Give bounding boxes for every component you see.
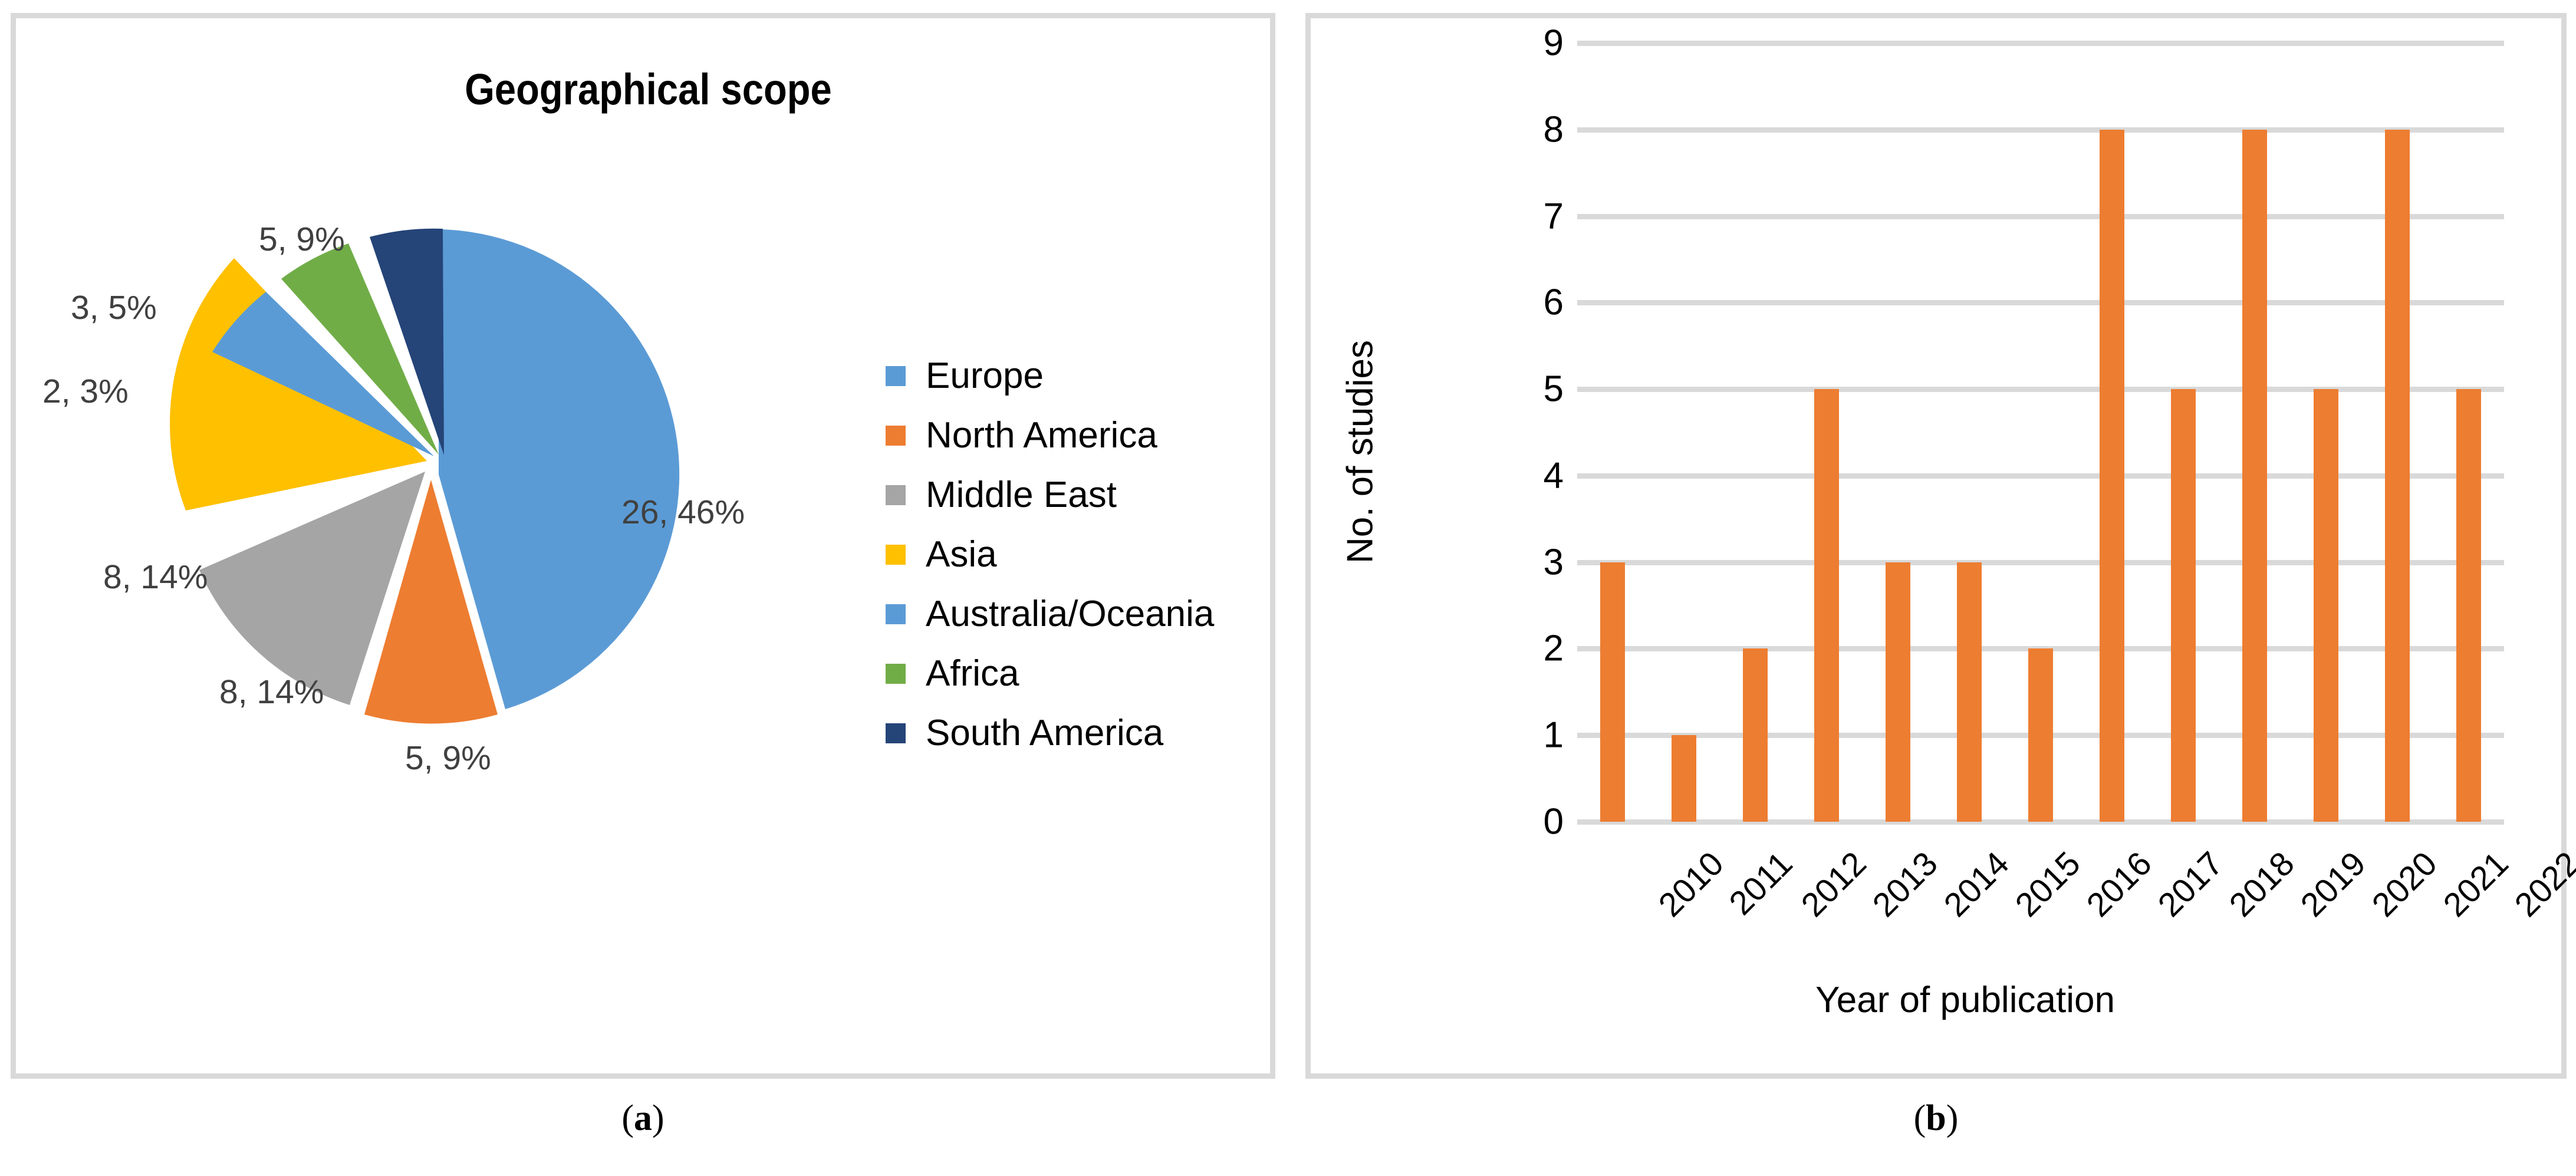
- bar[interactable]: [1886, 562, 1911, 822]
- y-axis-tick-label: 3: [1543, 542, 1564, 583]
- legend-swatch-icon-middle-east: [886, 485, 906, 505]
- x-axis-tick-label: 2010: [1651, 844, 1732, 924]
- legend-label-asia: Asia: [926, 533, 997, 575]
- bar[interactable]: [2313, 389, 2338, 822]
- bar-chart-plot-area: 0 1 2 3 4 5 6 7 8 9 2010 2011 2012 2013 2014 2015 2016 20…: [1544, 23, 2576, 924]
- subfigure-caption-a: (a): [621, 1098, 664, 1138]
- bar[interactable]: [2170, 389, 2196, 822]
- legend-item-asia[interactable]: Asia: [886, 525, 1214, 584]
- legend-swatch-icon-africa: [886, 663, 906, 684]
- x-axis-tick-label: 2022: [2507, 844, 2576, 924]
- legend-item-europe[interactable]: Europe: [886, 346, 1214, 406]
- gridline: [1577, 213, 2504, 219]
- y-axis-tick-label: 4: [1543, 455, 1564, 496]
- legend-label-north-america: North America: [926, 414, 1157, 456]
- y-axis-tick-label: 6: [1543, 282, 1564, 323]
- pie-label-middle-east: 8, 14%: [219, 673, 324, 711]
- bar[interactable]: [2028, 648, 2053, 822]
- bar[interactable]: [2456, 389, 2481, 822]
- pie-slices: [170, 228, 680, 724]
- bar[interactable]: [2099, 129, 2124, 822]
- gridline: [1577, 300, 2504, 306]
- x-axis-tick-label: 2018: [2222, 844, 2302, 924]
- bar[interactable]: [2384, 129, 2410, 822]
- x-axis-tick-label: 2016: [2079, 844, 2159, 924]
- gridline: [1577, 559, 2504, 565]
- pie-label-australia-oceania: 2, 3%: [42, 373, 129, 410]
- legend-item-australia-oceania[interactable]: Australia/Oceania: [886, 584, 1214, 644]
- legend-swatch-icon-europe: [886, 365, 906, 386]
- pie-label-north-america: 5, 9%: [405, 739, 491, 777]
- legend-swatch-icon-north-america: [886, 425, 906, 446]
- bar[interactable]: [1672, 735, 1697, 822]
- legend-label-europe: Europe: [926, 355, 1044, 396]
- gridline: [1577, 387, 2504, 393]
- y-axis-tick-label: 5: [1543, 368, 1564, 410]
- legend-label-australia-oceania: Australia/Oceania: [926, 593, 1215, 634]
- bar[interactable]: [1743, 648, 1768, 822]
- legend-label-south-america: South America: [926, 712, 1164, 753]
- x-axis-tick-label: 2013: [1866, 844, 1945, 924]
- legend-item-middle-east[interactable]: Middle East: [886, 465, 1214, 525]
- x-axis-tick-label: 2014: [1936, 844, 2016, 924]
- x-axis-tick-label: 2019: [2293, 844, 2373, 924]
- subfigure-caption-b-letter: b: [1926, 1098, 1946, 1138]
- bar[interactable]: [2242, 129, 2267, 822]
- x-axis-tick-label: 2020: [2364, 844, 2445, 924]
- x-axis-tick-label: 2012: [1794, 844, 1874, 924]
- y-axis-tick-label: 8: [1543, 109, 1564, 150]
- legend-label-middle-east: Middle East: [926, 474, 1117, 515]
- figure-container: Geographical scope 26, 46% 5, 9% 8, 14% …: [0, 0, 2576, 1176]
- legend-item-north-america[interactable]: North America: [886, 406, 1214, 465]
- subfigure-caption-b: (b): [1913, 1098, 1959, 1138]
- gridline: [1577, 41, 2504, 46]
- pie-label-africa: 3, 5%: [71, 289, 157, 327]
- pie-chart-legend: Europe North America Middle East Asia Au…: [886, 346, 1214, 763]
- legend-swatch-icon-australia-oceania: [886, 604, 906, 624]
- panel-b-bar-chart: No. of studies Year of publication 0 1 2 3 4…: [1305, 13, 2576, 1079]
- bar-chart-y-axis-title: No. of studies: [1340, 340, 1381, 564]
- bar[interactable]: [1600, 562, 1626, 822]
- bar-chart-x-axis-title: Year of publication: [1815, 980, 2115, 1020]
- x-axis-tick-label: 2011: [1722, 844, 1800, 923]
- legend-item-south-america[interactable]: South America: [886, 703, 1214, 763]
- y-axis-tick-label: 1: [1543, 714, 1564, 756]
- legend-label-africa: Africa: [926, 653, 1019, 694]
- subfigure-caption-a-letter: a: [634, 1098, 652, 1138]
- y-axis-tick-label: 7: [1543, 196, 1564, 237]
- pie-label-europe: 26, 46%: [621, 493, 745, 531]
- x-axis-tick-label: 2015: [2008, 844, 2088, 924]
- gridline: [1577, 473, 2504, 479]
- pie-label-asia: 8, 14%: [103, 558, 208, 596]
- x-axis-tick-label: 2017: [2150, 844, 2230, 924]
- panel-a-pie-chart: Geographical scope 26, 46% 5, 9% 8, 14% …: [11, 13, 1275, 1079]
- legend-item-africa[interactable]: Africa: [886, 644, 1214, 703]
- bar[interactable]: [1814, 389, 1840, 822]
- bar[interactable]: [1957, 562, 1982, 822]
- legend-swatch-icon-asia: [886, 544, 906, 565]
- gridline: [1577, 127, 2504, 133]
- y-axis-tick-label: 0: [1543, 801, 1564, 842]
- legend-swatch-icon-south-america: [886, 723, 906, 743]
- y-axis-tick-label: 2: [1543, 628, 1564, 669]
- x-axis-tick-label: 2021: [2436, 844, 2516, 924]
- y-axis-tick-label: 9: [1543, 22, 1564, 64]
- pie-label-south-america: 5, 9%: [259, 220, 345, 258]
- bar-chart-graphic: No. of studies Year of publication 0 1 2 3 4…: [1311, 18, 2576, 1084]
